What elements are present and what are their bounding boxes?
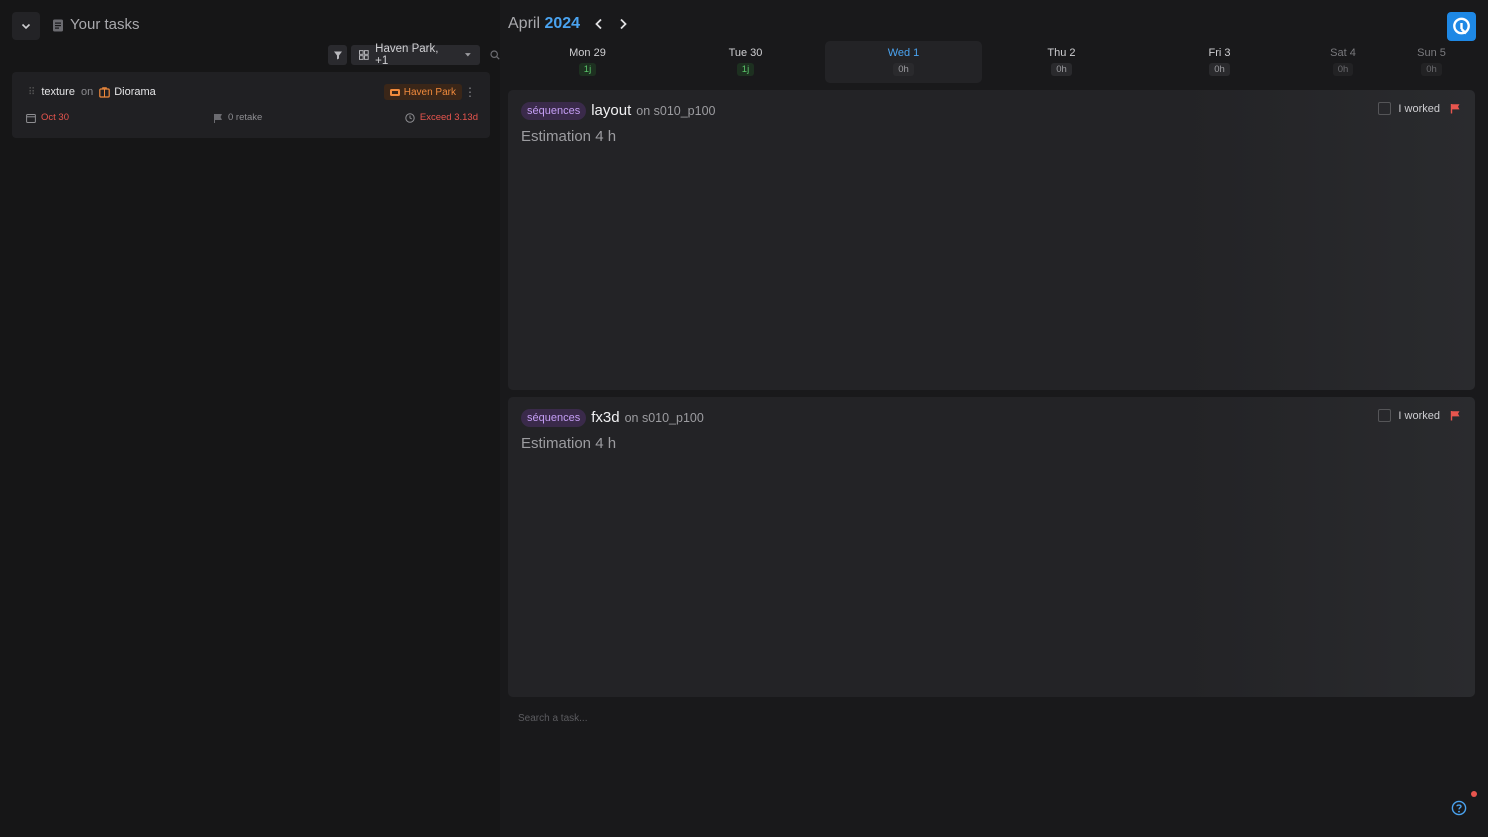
chevron-right-icon [620,18,627,30]
calendar-year[interactable]: 2024 [544,15,580,32]
worked-label: I worked [1398,102,1440,115]
task-search-area [508,705,1475,830]
due-date: Oct 30 [26,112,69,123]
task-name[interactable]: layout [591,102,631,119]
kitsu-logo-icon [1453,17,1470,35]
task-name[interactable]: fx3d [591,409,619,426]
funnel-icon [333,51,342,60]
help-icon [1451,800,1467,816]
day-hours: 0h [1209,63,1230,76]
task-type: texture [41,86,75,98]
day-column-fri[interactable]: Fri 3 0h [1141,41,1298,83]
calendar-title: April 2024 [508,15,580,33]
next-week-button[interactable] [618,18,628,30]
day-label: Sat 4 [1330,47,1356,59]
notification-dot [1471,791,1477,797]
timesheet-task-header: séquences layout on s010_p100 [521,102,716,120]
day-label: Sun 5 [1417,47,1446,59]
task-entity: on s010_p100 [624,411,704,425]
timesheet-task-header: séquences fx3d on s010_p100 [521,409,704,427]
production-name: Haven Park [403,86,456,98]
calendar-icon [26,113,36,123]
task-card[interactable]: ⠿ texture on Diorama Haven Park ⋮ Oct 30… [12,72,490,138]
task-search-input[interactable] [518,713,918,724]
day-column-thu[interactable]: Thu 2 0h [983,41,1140,83]
exceed-text: Exceed 3.13d [419,112,478,123]
flag-icon[interactable] [1450,410,1461,421]
exceed-indicator: Exceed 3.13d [405,112,478,123]
app-logo[interactable] [1447,12,1476,41]
day-hours: 0h [1051,63,1072,76]
chevron-left-icon [595,18,602,30]
calendar-month: April [508,15,541,32]
task-on-label: on [80,86,94,98]
panel-title: Your tasks [52,16,140,33]
task-entity: on s010_p100 [636,104,716,118]
caret-down-icon [465,53,472,57]
worked-label: I worked [1398,409,1440,422]
day-label: Fri 3 [1208,47,1231,59]
day-hours: 1j [736,63,755,76]
more-options-icon[interactable]: ⋮ [464,86,476,98]
calendar-header: April 2024 [508,15,628,33]
previous-week-button[interactable] [594,18,604,30]
help-button[interactable] [1451,800,1467,816]
production-icon [389,88,400,96]
filter-bar: Haven Park, +1 [328,43,500,67]
task-estimation: Estimation 4 h [521,128,617,145]
worked-checkbox[interactable] [1378,102,1392,115]
chevron-down-icon [21,23,31,30]
project-select[interactable]: Haven Park, +1 [351,43,480,67]
timesheet-task[interactable]: séquences fx3d on s010_p100 Estimation 4… [508,397,1475,697]
day-label: Tue 30 [728,47,763,59]
due-date-text: Oct 30 [41,112,69,123]
panel-title-text: Your tasks [70,16,140,33]
day-column-tue[interactable]: Tue 30 1j [667,41,824,83]
sidebar-search-button[interactable] [490,50,500,60]
day-hours: 1j [578,63,597,76]
project-select-label: Haven Park, +1 [375,43,439,67]
day-hours: 0h [893,63,914,76]
worked-checkbox[interactable] [1378,409,1392,422]
day-label: Wed 1 [887,47,920,59]
day-hours: 0h [1421,63,1442,76]
task-estimation: Estimation 4 h [521,435,617,452]
day-column-mon[interactable]: Mon 29 1j [509,41,666,83]
asset-icon [99,86,111,98]
clipboard-icon [53,19,63,31]
collapse-button[interactable] [12,12,40,40]
timesheet-task[interactable]: séquences layout on s010_p100 Estimation… [508,90,1475,390]
todo-panel: Your tasks Haven Park, +1 ⠿ texture on D… [0,0,500,837]
search-icon [490,50,500,60]
clock-icon [405,112,415,123]
production-badge: Haven Park [383,84,462,100]
retake-text: 0 retake [228,112,263,123]
task-entity[interactable]: Diorama [114,86,156,98]
day-hours: 0h [1332,63,1354,76]
task-type-chip: séquences [521,409,587,427]
day-column-sat[interactable]: Sat 4 0h [1299,41,1387,83]
day-column-sun[interactable]: Sun 5 0h [1388,41,1475,83]
day-column-wed[interactable]: Wed 1 0h [825,41,982,83]
worked-toggle[interactable]: I worked [1378,102,1461,115]
day-label: Mon 29 [569,47,606,59]
task-card-meta: Oct 30 0 retake Exceed 3.13d [26,112,478,126]
task-card-header: ⠿ texture on Diorama [28,86,156,98]
retake-count: 0 retake [213,112,262,123]
worked-toggle[interactable]: I worked [1378,409,1461,422]
flag-icon[interactable] [1450,103,1461,114]
task-type-chip: séquences [521,102,587,120]
grid-icon [359,50,370,60]
flag-icon [214,113,222,123]
day-label: Thu 2 [1047,47,1076,59]
filter-button[interactable] [328,45,348,65]
drag-handle-icon[interactable]: ⠿ [28,87,35,98]
